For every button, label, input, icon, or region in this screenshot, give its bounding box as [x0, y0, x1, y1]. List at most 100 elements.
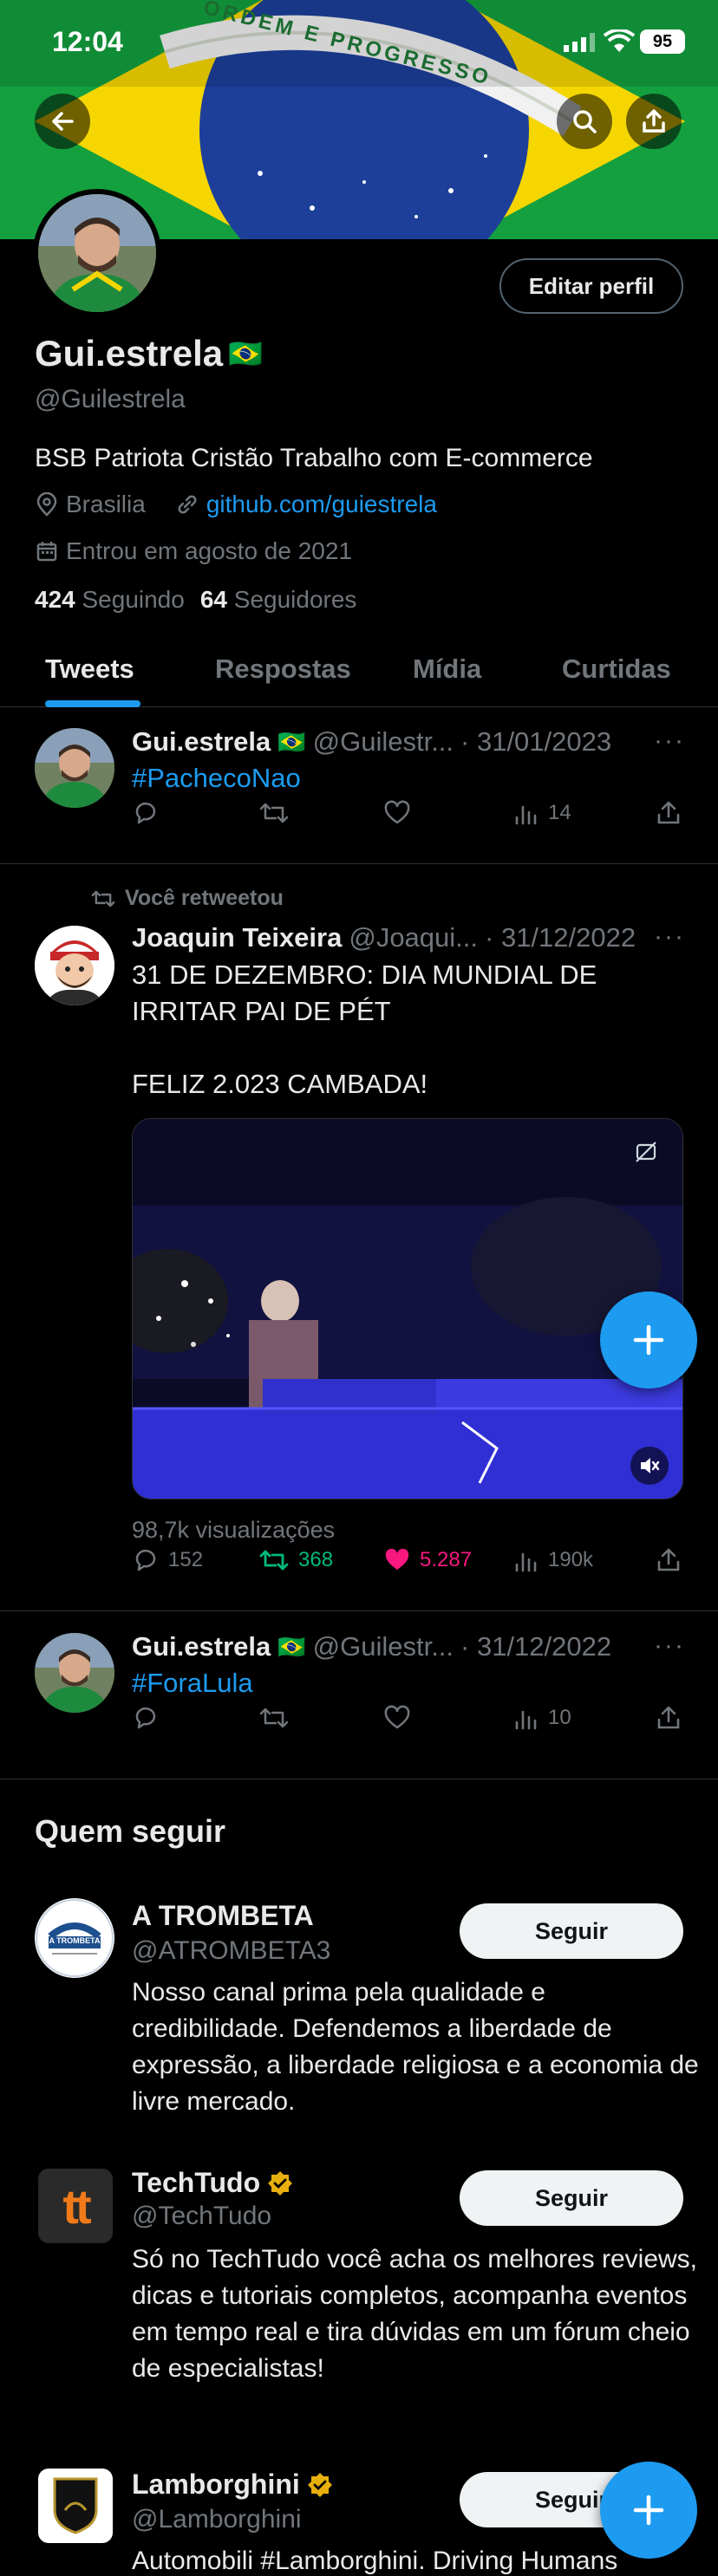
- search-button[interactable]: [557, 94, 612, 149]
- following-count: 424: [35, 586, 75, 613]
- compose-tweet-button[interactable]: [600, 2462, 697, 2559]
- tweet-author-name[interactable]: Gui.estrela: [132, 726, 271, 758]
- brazil-flag-icon: 🇧🇷: [277, 728, 306, 755]
- reply-icon: [135, 802, 156, 824]
- tweet-date: · 31/12/2022: [485, 922, 636, 953]
- following-link[interactable]: 424 Seguindo: [35, 586, 185, 614]
- reply-button[interactable]: [132, 799, 160, 827]
- retweet-button[interactable]: [258, 799, 290, 827]
- retweet-button[interactable]: [258, 1704, 290, 1732]
- analytics-icon: [515, 1710, 537, 1730]
- heart-filled-icon: [385, 1548, 409, 1570]
- followers-count: 64: [199, 586, 227, 613]
- video-views: 98,7k visualizações: [132, 1517, 336, 1543]
- profile-handle: @Guilestrela: [35, 385, 186, 413]
- retweet-icon: [91, 890, 115, 907]
- profile-location: Brasilia: [66, 491, 146, 517]
- mute-button[interactable]: [630, 1447, 669, 1485]
- heart-icon: [384, 800, 410, 824]
- share-profile-button[interactable]: [626, 94, 682, 149]
- plus-icon: [633, 1324, 664, 1356]
- tweet-avatar[interactable]: [35, 728, 114, 808]
- views-button[interactable]: 14: [513, 800, 571, 826]
- account-logo-text: A TROMBETA: [49, 1936, 101, 1945]
- tweet-author-name[interactable]: Gui.estrela: [132, 1631, 271, 1662]
- brazil-flag-icon: 🇧🇷: [228, 338, 263, 369]
- reply-button[interactable]: 152: [132, 1546, 203, 1574]
- reply-icon: [135, 1549, 156, 1571]
- verified-badge-icon: [268, 2170, 293, 2195]
- link-icon: [178, 495, 197, 514]
- more-options-icon[interactable]: ···: [654, 922, 685, 952]
- tweet-header: Gui.estrela 🇧🇷 @Guilestr... · 31/01/2023: [132, 726, 611, 758]
- follow-counts: 424 Seguindo 64 Seguidores: [35, 586, 356, 614]
- tweet-text-line: FELIZ 2.023 CAMBADA!: [132, 1069, 428, 1099]
- account-name[interactable]: A TROMBETA: [132, 1900, 314, 1932]
- reply-icon: [135, 1707, 156, 1729]
- signal-icon: [564, 33, 595, 52]
- retweet-button[interactable]: 368: [258, 1546, 333, 1574]
- tweet-hashtag[interactable]: #PachecoNao: [132, 763, 301, 794]
- like-button[interactable]: 5.287: [383, 1546, 472, 1574]
- battery-indicator: 95: [640, 29, 685, 54]
- tab-midia[interactable]: Mídia: [413, 654, 481, 685]
- profile-joined: Entrou em agosto de 2021: [35, 537, 352, 565]
- profile-tabs: Tweets Respostas Mídia Curtidas: [0, 641, 718, 707]
- tweet-avatar[interactable]: [35, 926, 114, 1005]
- active-tab-indicator: [45, 700, 140, 707]
- divider: [0, 1610, 718, 1611]
- compose-tweet-button[interactable]: [600, 1291, 697, 1389]
- views-button[interactable]: 190k: [513, 1547, 593, 1573]
- tab-curtidas[interactable]: Curtidas: [562, 654, 671, 685]
- edit-profile-button[interactable]: Editar perfil: [499, 258, 683, 314]
- reply-button[interactable]: [132, 1704, 160, 1732]
- account-avatar[interactable]: [38, 2469, 113, 2543]
- tab-tweets[interactable]: Tweets: [45, 654, 134, 685]
- muted-speaker-icon: [641, 1458, 660, 1473]
- tweet-hashtag[interactable]: #ForaLula: [132, 1668, 253, 1699]
- profile-meta: Brasilia github.com/guiestrela: [35, 491, 437, 518]
- profile-website-link[interactable]: github.com/guiestrela: [206, 491, 437, 518]
- share-button[interactable]: [656, 1705, 682, 1731]
- like-button[interactable]: [383, 799, 411, 827]
- retweet-icon: [259, 803, 289, 823]
- retweet-context: Você retweetou: [90, 886, 284, 911]
- sensitive-content-icon[interactable]: [634, 1140, 658, 1164]
- wifi-icon: [604, 29, 635, 54]
- tweet-avatar[interactable]: [35, 1633, 114, 1713]
- brazil-flag-icon: 🇧🇷: [277, 1633, 306, 1660]
- location-pin-icon: [36, 492, 57, 517]
- tweet-author-name[interactable]: Joaquin Teixeira: [132, 922, 342, 953]
- tweet-header: Joaquin Teixeira @Joaqui... · 31/12/2022: [132, 922, 636, 953]
- lamborghini-shield-icon: [53, 2477, 98, 2534]
- tweet-date: · 31/01/2023: [460, 726, 612, 757]
- status-time: 12:04: [52, 26, 123, 57]
- tab-respostas[interactable]: Respostas: [215, 654, 351, 685]
- share-button[interactable]: [656, 800, 682, 826]
- account-name-text[interactable]: TechTudo: [132, 2167, 260, 2199]
- views-count: 190k: [548, 1548, 594, 1571]
- profile-joined-text: Entrou em agosto de 2021: [66, 537, 353, 564]
- account-handle: @Lamborghini: [132, 2505, 302, 2534]
- account-bio: Só no TechTudo você acha os melhores rev…: [132, 2245, 698, 2383]
- profile-avatar[interactable]: [33, 189, 161, 317]
- retweet-icon: [259, 1708, 289, 1728]
- account-handle: @TechTudo: [132, 2202, 272, 2230]
- search-icon: [573, 110, 597, 133]
- follow-button[interactable]: Seguir: [460, 1903, 683, 1959]
- like-button[interactable]: [383, 1704, 411, 1732]
- follow-button[interactable]: Seguir: [460, 2170, 683, 2226]
- followers-link[interactable]: 64 Seguidores: [200, 586, 357, 614]
- tweet-video[interactable]: [132, 1118, 683, 1499]
- account-avatar[interactable]: A TROMBETA: [35, 1898, 114, 1978]
- heart-icon: [384, 1705, 410, 1729]
- more-options-icon[interactable]: ···: [654, 1631, 685, 1661]
- profile-name-text: Gui.estrela: [35, 333, 224, 374]
- back-button[interactable]: [35, 94, 90, 149]
- share-button[interactable]: [656, 1547, 682, 1573]
- followers-label: Seguidores: [233, 586, 357, 613]
- views-button[interactable]: 10: [513, 1705, 571, 1731]
- more-options-icon[interactable]: ···: [654, 726, 685, 756]
- account-name-text[interactable]: Lamborghini: [132, 2469, 300, 2501]
- account-avatar[interactable]: tt: [38, 2169, 113, 2243]
